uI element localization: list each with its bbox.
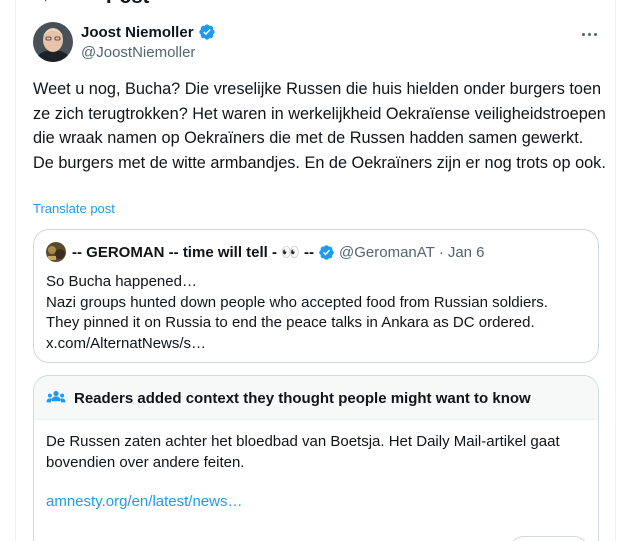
page-header: ← Post (40, 0, 440, 9)
community-note-source-link[interactable]: amnesty.org/en/latest/news… (46, 493, 242, 510)
more-options-button[interactable] (577, 24, 601, 44)
author-name[interactable]: Joost Niemoller (81, 23, 216, 41)
avatar[interactable] (33, 22, 73, 62)
quoted-post-header: -- GEROMAN -- time will tell - 👀 -- @Ger… (46, 242, 485, 262)
quoted-post-date[interactable]: Jan 6 (448, 244, 485, 261)
column-border-left (15, 0, 16, 541)
quoted-avatar[interactable] (46, 242, 66, 262)
quoted-link: x.com/AlternatNews/s… (46, 334, 207, 352)
verified-badge-icon (319, 244, 334, 260)
verified-badge-icon (198, 24, 215, 40)
page-title: Post (106, 0, 149, 9)
column-border-right (615, 0, 616, 541)
author-handle[interactable]: @JoostNiemoller (81, 44, 195, 61)
quoted-line: So Bucha happened… (46, 273, 197, 290)
translate-post-link[interactable]: Translate post (33, 201, 115, 216)
community-note-body: De Russen zaten achter het bloedbad van … (46, 433, 560, 471)
tweet-text: Weet u nog, Bucha? Die vreselijke Russen… (33, 80, 606, 172)
quoted-post[interactable]: -- GEROMAN -- time will tell - 👀 -- @Ger… (33, 229, 599, 363)
more-horizontal-icon-dot (587, 32, 591, 36)
more-horizontal-icon-dot (593, 32, 597, 36)
quoted-post-body: So Bucha happened… Nazi groups hunted do… (46, 272, 591, 354)
community-note: Readers added context they thought peopl… (33, 375, 599, 541)
rate-note-button[interactable] (509, 536, 589, 541)
quoted-line: Nazi groups hunted down people who accep… (46, 293, 548, 311)
author-name-label: Joost Niemoller (81, 23, 194, 41)
quoted-author-name[interactable]: -- GEROMAN -- time will tell - 👀 -- (72, 243, 314, 261)
quoted-line: They pinned it on Russia to end the peac… (46, 314, 535, 331)
arrow-left-icon[interactable]: ← (40, 0, 58, 7)
more-horizontal-icon-dot (581, 32, 585, 36)
community-note-header: Readers added context they thought peopl… (34, 376, 598, 420)
separator-dot: · (438, 243, 444, 261)
community-note-title: Readers added context they thought peopl… (74, 390, 531, 407)
quoted-author-handle[interactable]: @GeromanAT (339, 244, 435, 261)
people-icon (46, 390, 66, 403)
